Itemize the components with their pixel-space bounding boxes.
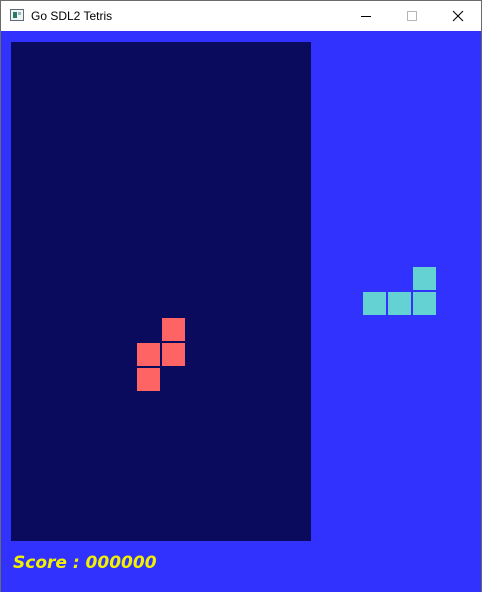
window-app-icon[interactable]	[10, 9, 24, 21]
app-icon-pane	[13, 12, 17, 18]
next-piece-block	[413, 267, 436, 290]
minimize-icon	[361, 16, 371, 17]
minimize-button[interactable]	[343, 1, 389, 31]
app-icon-pane-secondary	[18, 12, 21, 15]
maximize-icon	[407, 11, 417, 21]
next-piece-preview	[1, 31, 481, 592]
close-button[interactable]	[435, 1, 481, 31]
title-bar[interactable]: Go SDL2 Tetris	[1, 1, 481, 31]
game-window: Go SDL2 Tetris Score : 000000	[0, 0, 482, 592]
next-piece-block	[413, 292, 436, 315]
next-piece-block	[363, 292, 386, 315]
window-title: Go SDL2 Tetris	[31, 9, 113, 23]
next-piece-block	[388, 292, 411, 315]
close-icon	[452, 10, 464, 22]
maximize-button[interactable]	[389, 1, 435, 31]
score-display: Score : 000000	[13, 553, 157, 573]
game-area[interactable]: Score : 000000	[1, 31, 481, 592]
